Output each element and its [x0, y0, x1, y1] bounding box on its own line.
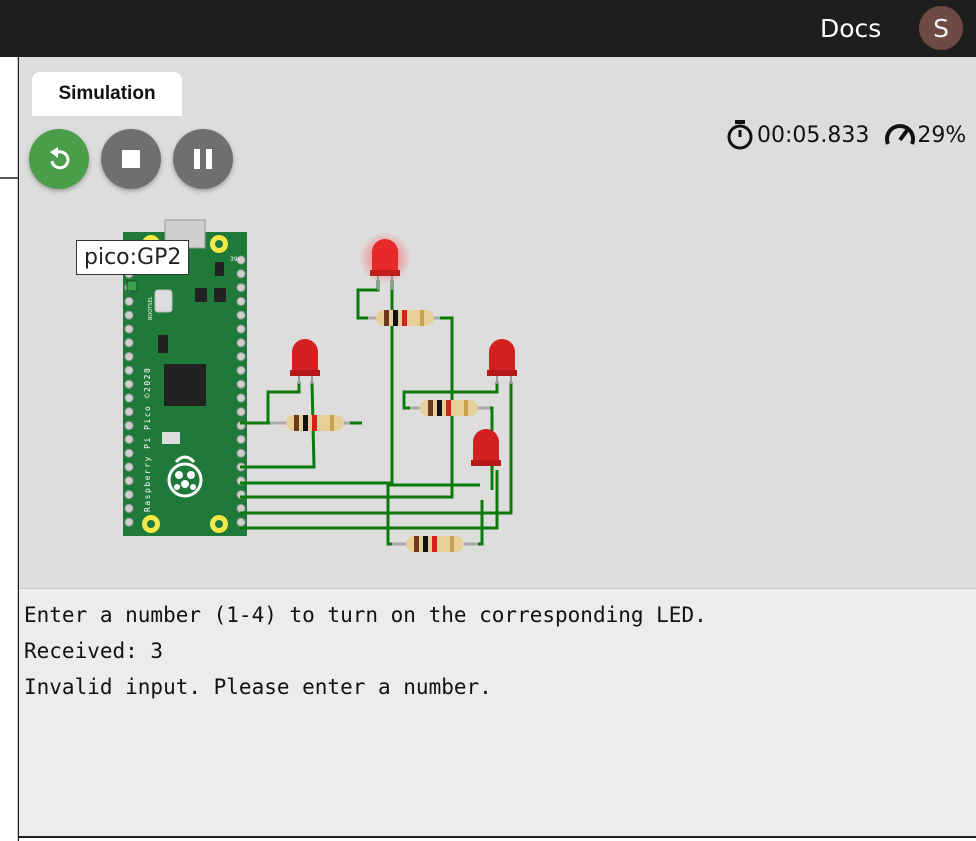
editor-divider [0, 177, 18, 179]
resistor-3[interactable] [410, 400, 490, 416]
pin-pad [124, 421, 134, 431]
pin-pad [236, 310, 246, 320]
pin-pad [236, 255, 246, 265]
pin-pad [236, 283, 246, 293]
pin-pad [124, 448, 134, 458]
pin-pad [124, 379, 134, 389]
pin-pad [236, 434, 246, 444]
pin-pad [124, 338, 134, 348]
pin-pad [236, 365, 246, 375]
led-2[interactable] [359, 232, 411, 290]
serial-line: Received: 3 [24, 639, 164, 663]
docs-link[interactable]: Docs [820, 14, 881, 43]
wire-res4-right [466, 500, 484, 546]
led-1[interactable] [290, 339, 320, 384]
pin-pad [236, 393, 246, 403]
pin-pad [236, 352, 246, 362]
pin-pad [236, 379, 246, 389]
wire-led2-return [240, 280, 394, 485]
pin-39-label: 39 [230, 256, 238, 263]
pin-pad [124, 324, 134, 334]
pin-pad [236, 338, 246, 348]
pin-pad [124, 365, 134, 375]
pin-pad [124, 434, 134, 444]
pin-pad [236, 407, 246, 417]
pin-pad [236, 324, 246, 334]
pin-pad [236, 269, 246, 279]
led-4[interactable] [471, 429, 501, 466]
serial-input-edge [19, 836, 976, 841]
pin-pad [236, 503, 246, 513]
pin-pad [124, 407, 134, 417]
resistor-1[interactable] [270, 415, 350, 431]
pin-pad [124, 462, 134, 472]
wire-led4-return [240, 470, 499, 530]
pin-pad [124, 296, 134, 306]
pin-pad [236, 517, 246, 527]
pin-pad [124, 352, 134, 362]
resistor-4[interactable] [392, 536, 478, 552]
bootsel-label: BOOTSEL [148, 296, 154, 320]
led-3[interactable] [487, 339, 517, 384]
user-avatar[interactable]: S [919, 6, 963, 50]
pin-pad [124, 476, 134, 486]
code-editor-panel-edge [0, 57, 18, 841]
pin-pad [124, 310, 134, 320]
pin-pad [124, 490, 134, 500]
pin-pad [124, 517, 134, 527]
pin-pad [124, 503, 134, 513]
pin-tooltip: pico:GP2 [76, 240, 190, 275]
serial-line: Invalid input. Please enter a number. [24, 675, 492, 699]
simulation-canvas: Simulation 00:05.833 29% Raspberry Pi Pi… [19, 57, 976, 588]
pin-pad [236, 296, 246, 306]
pin-pad [236, 448, 246, 458]
pin-pad [124, 393, 134, 403]
board-silkscreen: Raspberry Pi Pico ©2020 [143, 367, 152, 512]
top-bar: Docs S [0, 0, 976, 57]
serial-monitor[interactable]: Enter a number (1-4) to turn on the corr… [19, 588, 976, 838]
resistor-2[interactable] [368, 310, 440, 326]
serial-line: Enter a number (1-4) to turn on the corr… [24, 603, 707, 627]
wire-led2-anode [356, 280, 380, 320]
circuit-diagram: Raspberry Pi Pico ©2020 BOOTSEL 39 [123, 219, 517, 552]
